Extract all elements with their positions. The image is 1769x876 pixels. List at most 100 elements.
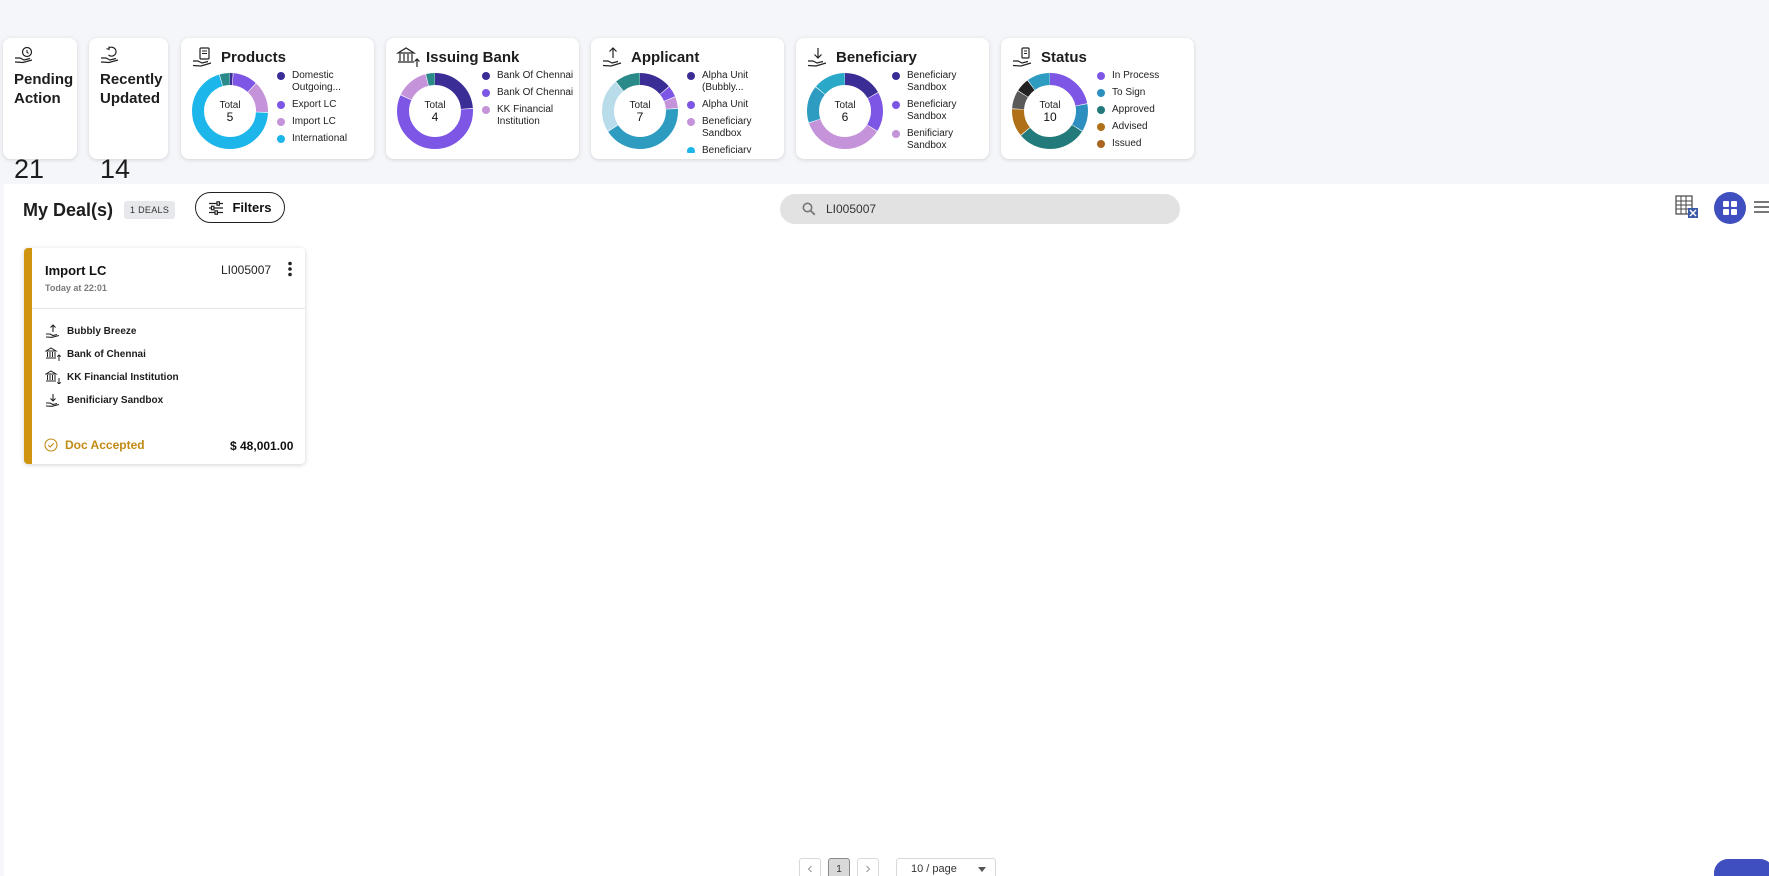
applicant-icon: [602, 47, 622, 67]
issuing-bank-donut-chart[interactable]: Total 4: [396, 72, 474, 150]
products-donut-chart[interactable]: Total 5: [191, 72, 269, 150]
search-input[interactable]: [826, 200, 1156, 218]
deal-status-label: Doc Accepted: [65, 438, 145, 452]
list-view-icon[interactable]: [1752, 196, 1769, 218]
applicant-donut-chart[interactable]: Total 7: [601, 72, 679, 150]
chevron-left-icon: [807, 865, 812, 873]
prev-page-button[interactable]: [799, 858, 821, 876]
legend-item[interactable]: In Process: [1097, 70, 1189, 82]
sliders-icon: [209, 200, 224, 215]
beneficiary-card[interactable]: Beneficiary Total 6 Beneficiary Sandbox B…: [796, 38, 989, 159]
status-title: Status: [1041, 49, 1087, 66]
legend-item[interactable]: Export LC: [277, 99, 369, 111]
more-options-icon[interactable]: [286, 261, 294, 277]
legend-dot: [687, 72, 695, 80]
legend-label: Import LC: [292, 116, 336, 127]
status-donut-chart[interactable]: Total 10: [1011, 72, 1089, 150]
legend-item[interactable]: Benificiary Sandbox: [892, 128, 984, 152]
beneficiary-name: Benificiary Sandbox: [67, 394, 164, 406]
products-card[interactable]: Products Total 5 Domestic Outgoing... Exp…: [181, 38, 374, 159]
legend-dot: [277, 101, 285, 109]
legend-label: Export LC: [292, 99, 337, 110]
summary-bar: Pending Action 21 Recently Updated 14 Pr…: [0, 0, 1769, 184]
advising-bank-row: KK Financial Institution: [45, 370, 179, 384]
legend-item[interactable]: Approved: [1097, 104, 1189, 116]
legend-label: Beneficiary: [702, 145, 752, 153]
page-size-select[interactable]: 10 / page: [896, 858, 996, 876]
legend-label: Advised: [1112, 121, 1148, 132]
issuing-bank-legend: Bank Of Chennai Bank Of Chennai KK Financi…: [482, 70, 574, 153]
recently-updated-icon: [100, 46, 119, 64]
recently-updated-card[interactable]: Recently Updated 14: [89, 38, 168, 184]
legend-dot: [277, 118, 285, 126]
caret-down-icon: [978, 867, 986, 872]
page-number-button[interactable]: 1: [828, 858, 850, 876]
legend-label: Bank Of Chennai: [497, 87, 574, 98]
pending-hand-icon: [14, 46, 33, 64]
legend-item[interactable]: Import LC: [277, 116, 369, 128]
grid-view-button[interactable]: [1714, 192, 1746, 224]
bank-up-icon: [45, 347, 61, 361]
legend-dot: [687, 147, 695, 153]
issuing-bank-name: Bank of Chennai: [67, 348, 146, 360]
legend-item[interactable]: KK Financial Institution: [482, 104, 574, 128]
legend-item[interactable]: International: [277, 133, 369, 145]
legend-item[interactable]: Alpha Unit: [687, 99, 779, 111]
donut-total-value: 4: [432, 110, 439, 124]
legend-label: Issued: [1112, 138, 1142, 149]
legend-dot: [1097, 89, 1105, 97]
beneficiary-donut-chart[interactable]: Total 6: [806, 72, 884, 150]
legend-item[interactable]: Advised: [1097, 121, 1189, 133]
issuing-bank-card[interactable]: Issuing Bank Total 4 Bank Of Chennai Bank…: [386, 38, 579, 159]
status-icon: [1012, 47, 1032, 67]
legend-label: To Sign: [1112, 87, 1146, 98]
legend-dot: [892, 72, 900, 80]
legend-item[interactable]: Bank Of Chennai: [482, 87, 574, 99]
legend-item[interactable]: Beneficiary Sandbox: [892, 70, 984, 94]
products-legend: Domestic Outgoing... Export LC Import LC In…: [277, 70, 369, 153]
legend-dot: [482, 89, 490, 97]
legend-dot: [892, 130, 900, 138]
applicant-row: Bubbly Breeze: [45, 324, 136, 338]
filters-label: Filters: [232, 200, 272, 215]
recently-updated-label: Recently Updated: [100, 71, 163, 107]
pagination: 1: [799, 858, 879, 876]
page-title: My Deal(s): [23, 200, 114, 220]
legend-item[interactable]: Bank Of Chennai: [482, 70, 574, 82]
beneficiary-icon: [807, 48, 827, 67]
deal-amount: $ 48,001.00: [230, 439, 294, 453]
check-circle-icon: [44, 438, 58, 452]
legend-label: Bank Of Chennai: [497, 70, 574, 81]
legend-label: Beneficiary Sandbox: [907, 70, 957, 93]
legend-dot: [1097, 106, 1105, 114]
legend-item[interactable]: Alpha Unit (Bubbly...: [687, 70, 779, 94]
help-button[interactable]: [1714, 859, 1769, 876]
legend-item[interactable]: To Sign: [1097, 87, 1189, 99]
legend-item[interactable]: Beneficiary Sandbox: [687, 116, 779, 140]
bank-down-icon: [45, 370, 61, 384]
legend-dot: [687, 101, 695, 109]
legend-item[interactable]: Beneficiary Sandbox: [892, 99, 984, 123]
search-bar[interactable]: [780, 194, 1180, 224]
pending-action-card[interactable]: Pending Action 21: [3, 38, 77, 184]
issuing-bank-row: Bank of Chennai: [45, 347, 146, 361]
legend-dot: [1097, 123, 1105, 131]
status-card[interactable]: Status Total 10 In Process To Sign Approve…: [1001, 38, 1194, 159]
legend-item[interactable]: Beneficiary: [687, 145, 779, 153]
applicant-name: Bubbly Breeze: [67, 325, 137, 337]
legend-item[interactable]: Domestic Outgoing...: [277, 70, 369, 94]
bank-up-icon: [396, 47, 420, 67]
donut-total-value: 7: [637, 110, 644, 124]
next-page-button[interactable]: [857, 858, 879, 876]
deal-timestamp: Today at 22:01: [45, 283, 107, 293]
grid-icon: [1723, 201, 1737, 215]
applicant-card[interactable]: Applicant Total 7 Alpha Unit (Bubbly... A…: [591, 38, 784, 159]
status-accent-bar: [24, 248, 32, 464]
export-excel-icon[interactable]: [1674, 194, 1700, 220]
filters-button[interactable]: Filters: [195, 192, 285, 223]
issuing-bank-title: Issuing Bank: [426, 49, 520, 66]
legend-dot: [277, 72, 285, 80]
applicant-icon: [45, 324, 60, 338]
legend-item[interactable]: Issued: [1097, 138, 1189, 150]
deal-card[interactable]: Import LC Today at 22:01 LI005007 Bubbly…: [24, 248, 305, 464]
